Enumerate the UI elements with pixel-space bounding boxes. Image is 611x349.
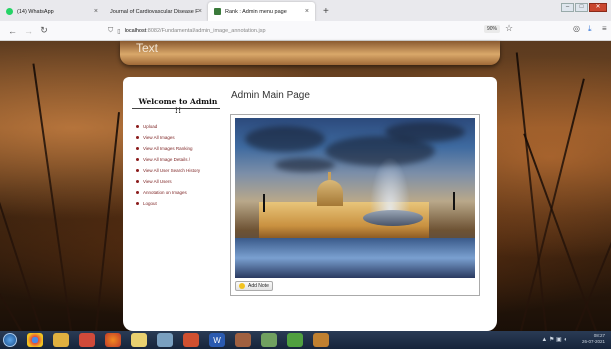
menu-item-annotation-on-images[interactable]: Annotation on Images	[136, 187, 200, 198]
new-tab-button[interactable]: +	[323, 2, 329, 21]
menu-item-view-all-images[interactable]: View All Images	[136, 132, 200, 143]
bullet-icon	[136, 180, 139, 183]
system-tray-icons[interactable]: ▲ ⚑ ▣ ◖	[541, 336, 567, 343]
menu-item-logout[interactable]: Logout	[136, 198, 200, 209]
menu-item-view-user-search-history[interactable]: View All User Search History	[136, 165, 200, 176]
forward-icon[interactable]: →	[24, 26, 33, 36]
content-panel: Welcome to Admin !! Upload View All Imag…	[123, 77, 497, 331]
menu-item-label[interactable]: View All Images Ranking	[143, 146, 192, 151]
url-path: :8082/Fundamental/admin_image_annotation…	[146, 28, 266, 34]
word-icon[interactable]: W	[209, 333, 225, 347]
menu-item-label[interactable]: Upload	[143, 124, 157, 129]
paint-icon[interactable]	[261, 333, 277, 347]
note-icon	[239, 283, 245, 289]
tab-label: (14) WhatsApp	[17, 8, 54, 15]
menu-item-label[interactable]: View All Users	[143, 179, 172, 184]
maximize-button[interactable]: □	[575, 3, 588, 12]
window-close-button[interactable]: ✕	[589, 3, 607, 12]
annotation-image[interactable]	[235, 118, 475, 278]
app-icon-3[interactable]	[287, 333, 303, 347]
app-icon-2[interactable]	[235, 333, 251, 347]
app-icon[interactable]	[79, 333, 95, 347]
window-controls: – □ ✕	[561, 3, 607, 12]
tab-label: Journal of Cardiovascular Disease F	[110, 8, 199, 15]
powerpoint-icon[interactable]	[183, 333, 199, 347]
pocket-icon[interactable]: ◎	[573, 24, 580, 33]
zoom-level[interactable]: 90%	[484, 25, 501, 33]
clock-date: 26-07-2021	[581, 339, 605, 344]
firefox-icon[interactable]	[105, 333, 121, 347]
menu-item-label[interactable]: View All User Search History	[143, 168, 200, 173]
menu-icon[interactable]: ≡	[602, 24, 607, 33]
notepad-icon[interactable]	[131, 333, 147, 347]
bullet-icon	[136, 202, 139, 205]
clock[interactable]: 08:27 26-07-2021	[582, 333, 605, 345]
download-icon[interactable]: ⤓	[588, 24, 592, 34]
menu-item-upload[interactable]: Upload	[136, 121, 200, 132]
start-button[interactable]	[3, 333, 17, 347]
chrome-icon[interactable]	[27, 333, 43, 347]
reload-icon[interactable]: ↻	[40, 25, 48, 36]
menu-item-view-image-details[interactable]: View All Image Details /	[136, 154, 200, 165]
sidebar-title: Welcome to Admin !!	[138, 97, 218, 115]
calculator-icon[interactable]	[157, 333, 173, 347]
add-note-label: Add Note	[248, 283, 269, 289]
back-icon[interactable]: ←	[8, 26, 17, 36]
shield-icon: ⛉	[108, 27, 114, 34]
menu-item-label[interactable]: View All Images	[143, 135, 175, 140]
bookmark-star-icon[interactable]: ☆	[505, 23, 513, 34]
bullet-icon	[136, 169, 139, 172]
bullet-icon	[136, 191, 139, 194]
bullet-icon	[136, 136, 139, 139]
page-title: Admin Main Page	[231, 90, 310, 101]
tab-admin-menu[interactable]: Rank : Admin menu page ×	[208, 2, 315, 21]
banner-text: Text	[136, 41, 159, 55]
tab-journal[interactable]: Journal of Cardiovascular Disease F ×	[104, 2, 208, 21]
tab-label: Rank : Admin menu page	[225, 8, 287, 15]
close-icon[interactable]: ×	[305, 8, 309, 15]
tab-bar: (14) WhatsApp × Journal of Cardiovascula…	[0, 0, 611, 21]
whatsapp-icon	[6, 8, 13, 15]
image-annotation-frame: Add Note	[230, 114, 480, 296]
menu-item-label[interactable]: View All Image Details /	[143, 157, 190, 162]
page-info-icon[interactable]: ▯	[117, 28, 120, 35]
add-note-button[interactable]: Add Note	[235, 281, 273, 291]
bullet-icon	[136, 158, 139, 161]
navigation-bar: ← → ↻ ⛉ ▯ localhost :8082/Fundamental/ad…	[0, 21, 611, 41]
file-explorer-icon[interactable]	[53, 333, 69, 347]
menu-item-view-images-ranking[interactable]: View All Images Ranking	[136, 143, 200, 154]
menu-item-label[interactable]: Logout	[143, 201, 157, 206]
close-icon[interactable]: ×	[94, 8, 98, 15]
header-banner: Text	[120, 41, 500, 65]
tab-whatsapp[interactable]: (14) WhatsApp ×	[0, 2, 104, 21]
page-icon	[214, 8, 221, 15]
app-icon-4[interactable]	[313, 333, 329, 347]
menu-item-view-all-users[interactable]: View All Users	[136, 176, 200, 187]
menu-item-label[interactable]: Annotation on Images	[143, 190, 187, 195]
minimize-button[interactable]: –	[561, 3, 574, 12]
bullet-icon	[136, 125, 139, 128]
close-icon[interactable]: ×	[198, 8, 202, 15]
divider	[132, 108, 220, 109]
admin-menu: Upload View All Images View All Images R…	[136, 121, 200, 209]
bullet-icon	[136, 147, 139, 150]
url-host: localhost	[124, 28, 147, 34]
taskbar: W ▲ ⚑ ▣ ◖ 08:27 26-07-2021	[0, 331, 611, 349]
url-bar[interactable]: ⛉ ▯ localhost :8082/Fundamental/admin_im…	[108, 24, 517, 38]
